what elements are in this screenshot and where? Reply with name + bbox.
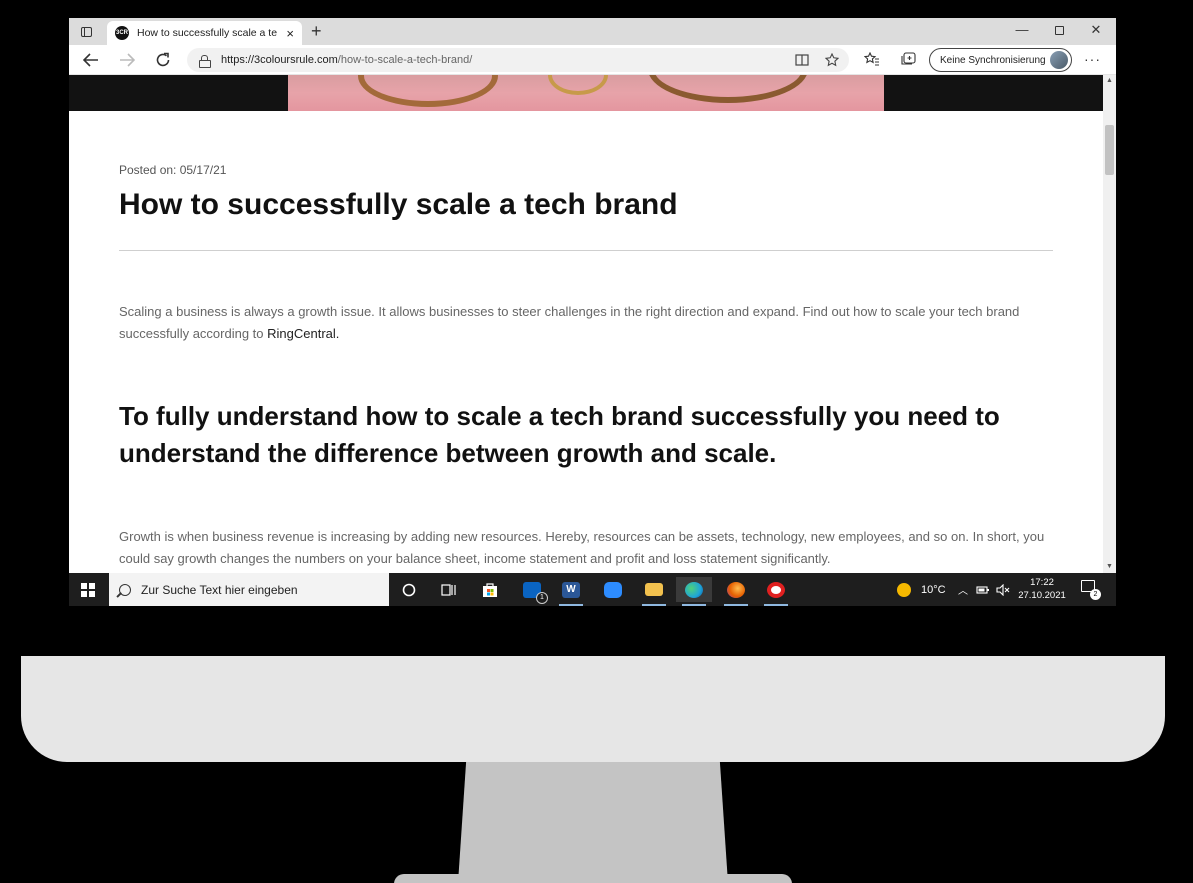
page-scrollbar[interactable]: ▲ ▼ xyxy=(1103,75,1116,573)
more-options-icon[interactable]: ··· xyxy=(1084,51,1101,67)
close-window-button[interactable]: ✕ xyxy=(1086,22,1106,38)
url-path: /how-to-scale-a-tech-brand/ xyxy=(337,54,473,66)
page-viewport: Posted on: 05/17/21 How to successfully … xyxy=(69,75,1103,573)
word-icon: W xyxy=(562,581,580,598)
address-bar[interactable]: https://3coloursrule.com/how-to-scale-a-… xyxy=(187,48,849,72)
refresh-button[interactable] xyxy=(152,49,174,71)
tab-active[interactable]: 3CR How to successfully scale a tech × xyxy=(107,21,302,45)
speaker-muted-icon[interactable] xyxy=(996,583,1010,596)
opera-icon xyxy=(767,581,785,598)
search-icon xyxy=(119,583,131,596)
word-app[interactable]: W xyxy=(553,577,589,606)
store-app[interactable] xyxy=(472,577,508,602)
add-favorite-icon[interactable] xyxy=(825,53,839,67)
clock-date: 27.10.2021 xyxy=(1018,590,1066,601)
browser-toolbar: https://3coloursrule.com/how-to-scale-a-… xyxy=(69,45,1116,75)
forward-button[interactable] xyxy=(116,49,138,71)
scroll-up-icon[interactable]: ▲ xyxy=(1103,75,1116,87)
running-indicator xyxy=(642,604,666,606)
close-tab-icon[interactable]: × xyxy=(286,27,294,40)
sync-label: Keine Synchronisierung xyxy=(940,54,1046,66)
url-domain: https://3coloursrule.com xyxy=(221,54,338,66)
back-button[interactable] xyxy=(80,49,102,71)
opera-app[interactable] xyxy=(758,577,794,606)
article-title: How to successfully scale a tech brand xyxy=(119,188,678,221)
site-favicon-icon: 3CR xyxy=(115,26,129,40)
clock-time: 17:22 xyxy=(1030,577,1054,588)
weather-widget[interactable]: 10°C xyxy=(897,573,946,606)
arrow-right-icon xyxy=(120,53,135,67)
scroll-down-icon[interactable]: ▼ xyxy=(1103,561,1116,573)
sun-icon xyxy=(897,582,911,597)
monitor-stand-foot xyxy=(394,874,792,883)
edge-icon xyxy=(685,581,703,598)
system-tray: ︿ xyxy=(958,573,1010,606)
ringcentral-link[interactable]: RingCentral. xyxy=(267,326,339,341)
profile-sync-button[interactable]: Keine Synchronisierung xyxy=(929,48,1072,72)
refresh-icon xyxy=(156,52,170,67)
file-explorer-icon xyxy=(645,583,663,596)
notification-center-button[interactable]: 2 xyxy=(1081,580,1101,600)
task-view-icon xyxy=(441,583,456,596)
minimize-button[interactable]: — xyxy=(1012,22,1032,37)
favorites-icon[interactable] xyxy=(864,52,880,66)
windows-logo-icon xyxy=(81,582,95,597)
tab-actions-icon[interactable] xyxy=(77,23,95,41)
chevron-up-icon[interactable]: ︿ xyxy=(958,582,968,597)
cortana-button[interactable] xyxy=(391,577,427,602)
intro-text: Scaling a business is always a growth is… xyxy=(119,304,1020,341)
taskbar-search-box[interactable]: Zur Suche Text hier eingeben xyxy=(109,573,389,606)
task-view-button[interactable] xyxy=(431,577,467,602)
arrow-left-icon xyxy=(83,53,98,67)
clock[interactable]: 17:22 27.10.2021 xyxy=(1014,576,1070,602)
start-button[interactable] xyxy=(69,573,107,606)
search-placeholder: Zur Suche Text hier eingeben xyxy=(141,582,298,597)
profile-avatar xyxy=(1050,51,1068,69)
windows-taskbar: Zur Suche Text hier eingeben 1 W 10°C ︿ … xyxy=(69,573,1116,606)
zoom-app[interactable] xyxy=(595,577,631,602)
scroll-thumb[interactable] xyxy=(1105,125,1114,175)
running-indicator xyxy=(682,604,706,606)
lock-icon[interactable] xyxy=(199,54,211,68)
temperature: 10°C xyxy=(921,583,946,596)
post-date: Posted on: 05/17/21 xyxy=(119,163,227,177)
edge-app[interactable] xyxy=(676,577,712,606)
browser-title-bar: 3CR How to successfully scale a tech × +… xyxy=(69,18,1116,45)
mail-badge: 1 xyxy=(536,592,548,604)
collections-icon[interactable] xyxy=(900,52,916,66)
reader-view-icon[interactable] xyxy=(795,53,809,67)
growth-paragraph: Growth is when business revenue is incre… xyxy=(119,529,1045,566)
desktop-scene: 3CR How to successfully scale a tech × +… xyxy=(0,0,1193,883)
firefox-icon xyxy=(727,581,745,598)
monitor-stand-neck xyxy=(458,762,728,883)
intro-paragraph: Scaling a business is always a growth is… xyxy=(119,301,1049,345)
mail-app[interactable]: 1 xyxy=(514,577,550,604)
monitor-chin xyxy=(21,656,1165,762)
section-heading: To fully understand how to scale a tech … xyxy=(119,401,1000,468)
monitor-screen: 3CR How to successfully scale a tech × +… xyxy=(69,18,1116,606)
cortana-icon xyxy=(402,583,416,596)
restore-icon xyxy=(1054,26,1064,35)
hero-banner xyxy=(69,75,1103,111)
hero-image xyxy=(288,75,884,111)
file-explorer-app[interactable] xyxy=(636,577,672,606)
battery-icon[interactable] xyxy=(976,585,990,595)
new-tab-icon[interactable]: + xyxy=(311,21,322,41)
notification-count: 2 xyxy=(1090,589,1101,600)
running-indicator xyxy=(724,604,748,606)
running-indicator xyxy=(559,604,583,606)
tab-title: How to successfully scale a tech xyxy=(137,27,277,39)
maximize-button[interactable] xyxy=(1049,22,1069,38)
url-text[interactable]: https://3coloursrule.com/how-to-scale-a-… xyxy=(221,54,472,66)
store-icon xyxy=(483,582,497,597)
zoom-icon xyxy=(604,581,622,598)
title-divider xyxy=(119,250,1053,251)
firefox-app[interactable] xyxy=(718,577,754,606)
running-indicator xyxy=(764,604,788,606)
